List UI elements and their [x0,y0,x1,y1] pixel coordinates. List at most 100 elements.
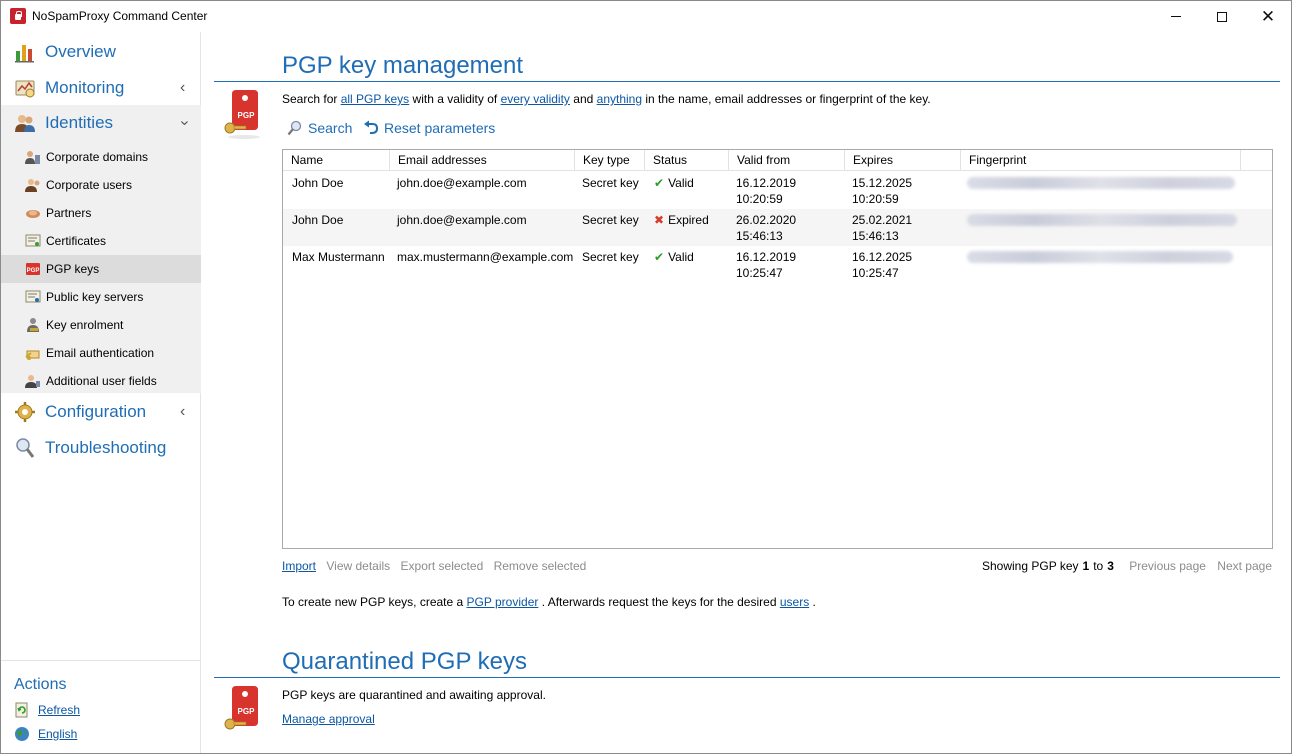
next-page-button[interactable]: Next page [1217,559,1272,573]
fingerprint-redacted [967,177,1235,189]
cell-expires-time: 10:20:59 [852,192,899,206]
cell-name: Max Mustermann [292,250,385,264]
import-link[interactable]: Import [282,559,316,573]
language-link[interactable]: English [38,727,77,741]
paging-to-word: to [1093,559,1104,573]
cell-expires-time: 15:46:13 [852,229,899,243]
table-row[interactable]: John Doe john.doe@example.com Secret key… [283,172,1272,209]
cell-name: John Doe [292,176,344,190]
sidebar-item-label: Public key servers [46,290,144,304]
user-fields-icon [25,375,40,388]
close-button[interactable]: ✕ [1245,1,1291,32]
cell-expires-date: 15.12.2025 [852,176,913,190]
sidebar-item-label: PGP keys [46,262,100,276]
reset-parameters-button[interactable]: Reset parameters [363,120,495,136]
sidebar-item-label: Partners [46,206,92,220]
column-header-valid-from[interactable]: Valid from [729,150,845,171]
cell-expires-time: 10:25:47 [852,266,899,280]
pgp-keys-table[interactable]: Name Email addresses Key type Status Val… [282,149,1273,549]
magnifier-icon [287,120,302,136]
manage-approval-link[interactable]: Manage approval [282,712,375,726]
remove-selected-link[interactable]: Remove selected [494,559,587,573]
sidebar-item-pgp-keys[interactable]: PGP PGP keys [1,255,201,283]
nav-troubleshooting[interactable]: Troubleshooting [1,430,201,466]
key-filter-link[interactable]: all PGP keys [341,92,409,106]
users-link[interactable]: users [780,595,809,609]
table-row[interactable]: Max Mustermann max.mustermann@example.co… [283,246,1272,283]
table-row[interactable]: John Doe john.doe@example.com Secret key… [283,209,1272,246]
sidebar-item-public-key-servers[interactable]: Public key servers [1,283,201,311]
table-actions: Import View details Export selected Remo… [282,559,593,573]
cell-email: john.doe@example.com [397,213,527,227]
nav-overview[interactable]: Overview [1,34,201,70]
minimize-button[interactable] [1153,1,1199,32]
pgp-provider-link[interactable]: PGP provider [467,595,539,609]
search-mid-text: with a validity of [412,92,498,106]
sidebar-item-label: Certificates [46,234,107,248]
paging-from: 1 [1082,559,1090,573]
domain-icon [25,151,40,164]
sidebar-item-certificates[interactable]: Certificates [1,227,201,255]
section-divider [214,81,1280,82]
fingerprint-redacted [967,251,1233,263]
note-suffix: . [812,595,816,609]
svg-text:PGP: PGP [238,707,256,716]
svg-text:PGP: PGP [27,268,40,274]
maximize-button[interactable] [1199,1,1245,32]
globe-icon [15,727,29,741]
search-icon [16,438,35,458]
cell-email: john.doe@example.com [397,176,527,190]
export-selected-link[interactable]: Export selected [401,559,484,573]
cell-valid-from-time: 10:20:59 [736,192,783,206]
column-header-name[interactable]: Name [283,150,390,171]
validity-filter-link[interactable]: every validity [501,92,570,106]
nav-monitoring[interactable]: Monitoring ‹ [1,70,201,106]
app-logo-icon [10,8,26,24]
chevron-left-icon[interactable]: ‹ [180,79,185,97]
sidebar-item-corporate-users[interactable]: Corporate users [1,171,201,199]
search-button[interactable]: Search [287,120,352,136]
monitor-icon [15,80,35,98]
refresh-icon [15,702,28,718]
column-header-fingerprint[interactable]: Fingerprint [961,150,1241,171]
previous-page-button[interactable]: Previous page [1129,559,1206,573]
maximize-icon [1217,11,1227,22]
refresh-action[interactable]: Refresh [14,700,194,720]
chevron-down-icon[interactable]: ‹ [176,120,194,125]
sidebar-item-label: Corporate users [46,178,133,192]
search-button-label: Search [308,120,353,136]
cell-key-type: Secret key [582,250,639,264]
page-title: PGP key management [282,52,524,79]
minimize-icon [1171,16,1181,17]
sidebar-item-partners[interactable]: Partners [1,199,201,227]
nav-identities[interactable]: Identities ‹ [1,105,201,141]
actions-separator [1,660,201,661]
cell-key-type: Secret key [582,176,639,190]
sidebar-item-email-authentication[interactable]: Email authentication [1,339,201,367]
sidebar-item-key-enrolment[interactable]: Key enrolment [1,311,201,339]
cell-expires-date: 25.02.2021 [852,213,913,227]
column-header-expires[interactable]: Expires [845,150,961,171]
cell-valid-from-time: 10:25:47 [736,266,783,280]
cell-expires-date: 16.12.2025 [852,250,913,264]
sidebar-item-additional-user-fields[interactable]: Additional user fields [1,367,201,395]
nav-configuration[interactable]: Configuration ‹ [1,394,201,430]
column-header-status[interactable]: Status [645,150,729,171]
search-prefix-text: Search for [282,92,338,106]
language-action[interactable]: English [14,724,194,744]
email-auth-icon [25,350,40,360]
sidebar-item-corporate-domains[interactable]: Corporate domains [1,143,201,171]
column-header-email[interactable]: Email addresses [390,150,575,171]
refresh-link[interactable]: Refresh [38,703,80,717]
text-filter-link[interactable]: anything [597,92,642,106]
chevron-left-icon[interactable]: ‹ [180,403,185,421]
partners-icon [26,210,40,218]
column-header-key-type[interactable]: Key type [575,150,645,171]
view-details-link[interactable]: View details [326,559,390,573]
pgp-icon: PGP [26,263,40,275]
svg-text:PGP: PGP [238,111,256,120]
note-prefix: To create new PGP keys, create a [282,595,464,609]
gear-icon [15,402,35,422]
title-bar: NoSpamProxy Command Center ✕ [1,1,1291,32]
quarantine-divider [214,677,1280,678]
